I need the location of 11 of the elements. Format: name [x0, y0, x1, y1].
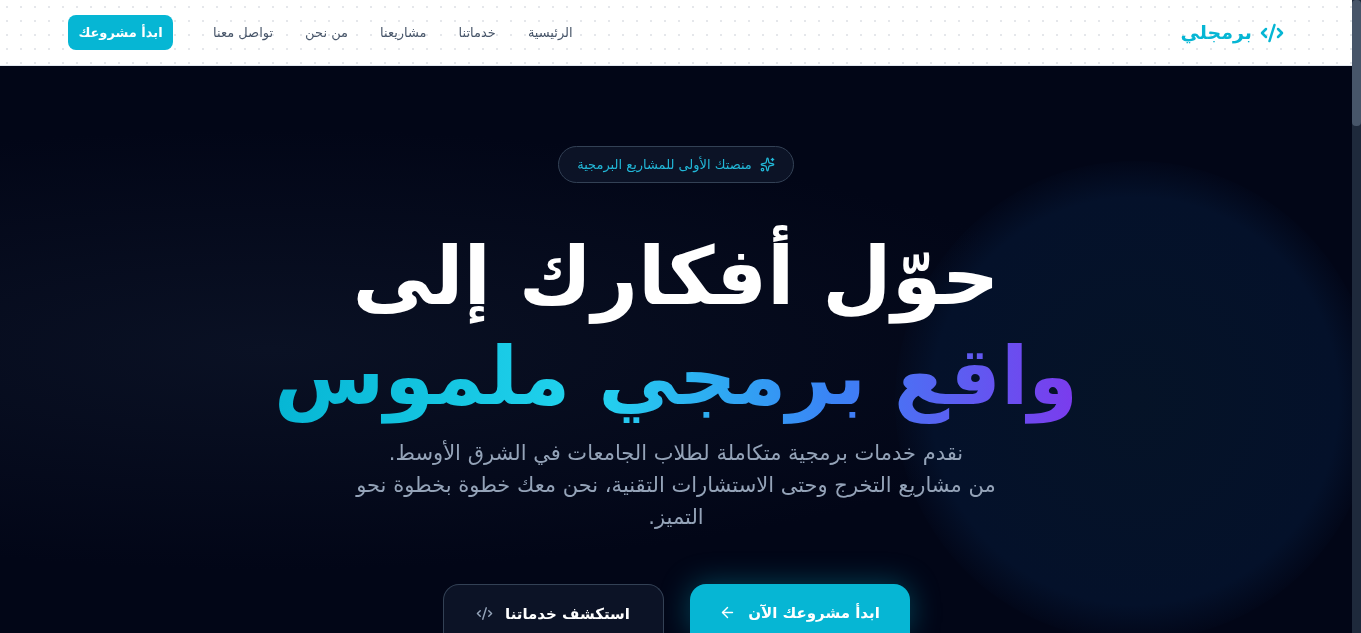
hero-description: نقدم خدمات برمجية متكاملة لطلاب الجامعات في الشرق الأوسط. من مشاريع التخرج وحتى الاستشارات التقنية، نحن معك خطوة بخطوة نحو التميز.	[354, 439, 997, 531]
nav-link[interactable]: مشاريعنا	[380, 22, 427, 43]
code-icon	[476, 605, 494, 622]
scrollbar-thumb[interactable]	[1352, 0, 1361, 126]
nav-link[interactable]: من نحن	[305, 22, 348, 43]
nav-link[interactable]: تواصل معنا	[213, 22, 274, 43]
nav-link[interactable]: الرئيسية	[527, 22, 573, 43]
sparkles-icon	[759, 157, 775, 172]
nav-link[interactable]: خدماتنا	[458, 22, 496, 43]
hero-badge: منصتك الأولى للمشاريع البرمجية	[558, 146, 794, 183]
explore-services-button[interactable]: استكشف خدماتنا	[442, 584, 664, 633]
